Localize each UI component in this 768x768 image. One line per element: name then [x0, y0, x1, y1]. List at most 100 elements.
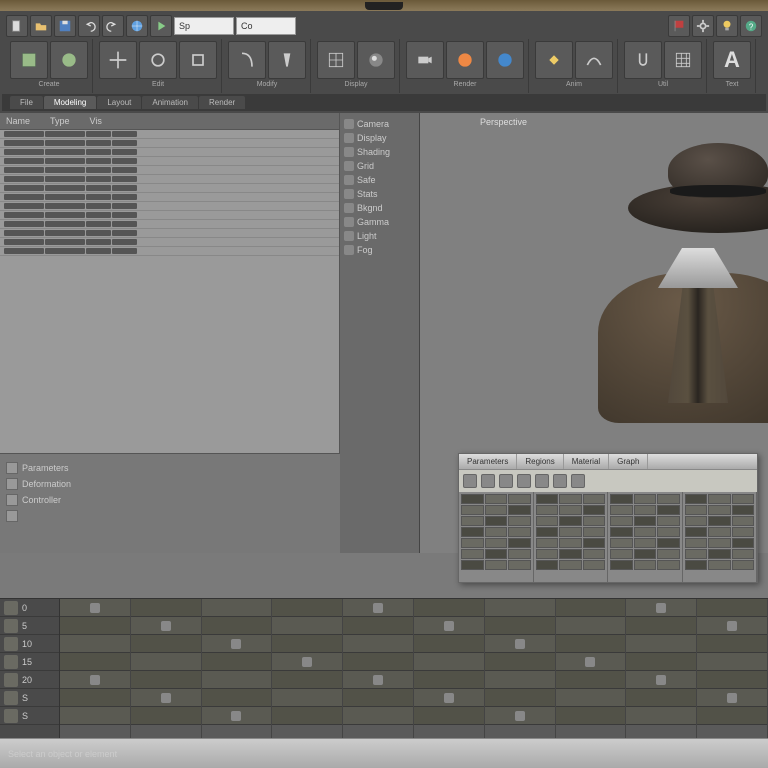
- timeline-cell[interactable]: [697, 617, 767, 635]
- float-tab-graph[interactable]: Graph: [609, 454, 648, 469]
- timeline-cell[interactable]: [202, 689, 272, 707]
- timeline-cell[interactable]: [485, 689, 555, 707]
- viewport[interactable]: Perspective Parameters Regions Material …: [420, 113, 768, 553]
- timeline-cell[interactable]: [343, 617, 413, 635]
- timeline-cell[interactable]: [343, 653, 413, 671]
- grid-cell[interactable]: [559, 527, 582, 537]
- grid-cell[interactable]: [536, 538, 559, 548]
- keyframe-icon[interactable]: [656, 675, 666, 685]
- prop-row[interactable]: Fog: [344, 243, 415, 257]
- grid-cell[interactable]: [583, 494, 606, 504]
- timeline-cell[interactable]: [202, 653, 272, 671]
- flag-icon[interactable]: [668, 15, 690, 37]
- grid-cell[interactable]: [732, 505, 755, 515]
- grid-cell[interactable]: [708, 560, 731, 570]
- timeline-cell[interactable]: [485, 599, 555, 617]
- timeline-cell[interactable]: [131, 617, 201, 635]
- grid-cell[interactable]: [685, 549, 708, 559]
- snap-tool[interactable]: [624, 41, 662, 79]
- keyframe-icon[interactable]: [373, 675, 383, 685]
- prop-row[interactable]: Bkgnd: [344, 201, 415, 215]
- timeline-cell[interactable]: [556, 653, 626, 671]
- float-add-button[interactable]: [463, 474, 477, 488]
- float-lock-button[interactable]: [553, 474, 567, 488]
- new-button[interactable]: [6, 15, 28, 37]
- timeline-cell[interactable]: [131, 671, 201, 689]
- timeline-cell[interactable]: [60, 671, 130, 689]
- timeline-cell[interactable]: [414, 617, 484, 635]
- timeline-cell[interactable]: [626, 653, 696, 671]
- grid-cell[interactable]: [583, 549, 606, 559]
- timeline-cell[interactable]: [272, 599, 342, 617]
- keyframe-icon[interactable]: [444, 693, 454, 703]
- timeline-cell[interactable]: [485, 653, 555, 671]
- track-label[interactable]: S: [0, 707, 59, 725]
- tab-animation[interactable]: Animation: [142, 96, 198, 109]
- grid-cell[interactable]: [657, 516, 680, 526]
- timeline-cell[interactable]: [626, 617, 696, 635]
- timeline-cell[interactable]: [60, 635, 130, 653]
- globe-icon[interactable]: [126, 15, 148, 37]
- grid-cell[interactable]: [485, 494, 508, 504]
- grid-cell[interactable]: [657, 505, 680, 515]
- timeline-cell[interactable]: [626, 599, 696, 617]
- keyframe-icon[interactable]: [515, 639, 525, 649]
- timeline-cell[interactable]: [202, 599, 272, 617]
- list-item[interactable]: [0, 184, 339, 193]
- grid-cell[interactable]: [685, 560, 708, 570]
- grid-tool[interactable]: [664, 41, 702, 79]
- float-tab-regions[interactable]: Regions: [517, 454, 563, 469]
- keyframe-icon[interactable]: [727, 621, 737, 631]
- grid-cell[interactable]: [610, 516, 633, 526]
- grid-cell[interactable]: [559, 505, 582, 515]
- grid-cell[interactable]: [536, 527, 559, 537]
- undo-button[interactable]: [78, 15, 100, 37]
- grid-cell[interactable]: [508, 494, 531, 504]
- grid-cell[interactable]: [559, 516, 582, 526]
- text-tool[interactable]: A: [713, 41, 751, 79]
- redo-button[interactable]: [102, 15, 124, 37]
- grid-cell[interactable]: [634, 516, 657, 526]
- prop-row[interactable]: Shading: [344, 145, 415, 159]
- grid-cell[interactable]: [610, 527, 633, 537]
- list-item[interactable]: [0, 193, 339, 202]
- grid-cell[interactable]: [485, 538, 508, 548]
- timeline-cell[interactable]: [131, 599, 201, 617]
- param-row[interactable]: Deformation: [6, 476, 334, 492]
- grid-cell[interactable]: [708, 516, 731, 526]
- timeline-cell[interactable]: [414, 707, 484, 725]
- timeline-cell[interactable]: [556, 707, 626, 725]
- grid-cell[interactable]: [657, 527, 680, 537]
- move-tool[interactable]: [99, 41, 137, 79]
- keyframe-icon[interactable]: [444, 621, 454, 631]
- timeline-cell[interactable]: [556, 617, 626, 635]
- float-dn-button[interactable]: [517, 474, 531, 488]
- grid-cell[interactable]: [536, 549, 559, 559]
- scale-tool[interactable]: [179, 41, 217, 79]
- timeline-cell[interactable]: [697, 707, 767, 725]
- timeline-grid[interactable]: [60, 599, 768, 738]
- timeline-cell[interactable]: [697, 599, 767, 617]
- prop-row[interactable]: Safe: [344, 173, 415, 187]
- grid-cell[interactable]: [685, 516, 708, 526]
- timeline-cell[interactable]: [626, 689, 696, 707]
- grid-cell[interactable]: [610, 549, 633, 559]
- grid-cell[interactable]: [508, 549, 531, 559]
- grid-cell[interactable]: [634, 527, 657, 537]
- list-item[interactable]: [0, 211, 339, 220]
- grid-cell[interactable]: [536, 505, 559, 515]
- taper-tool[interactable]: [268, 41, 306, 79]
- list-item[interactable]: [0, 229, 339, 238]
- float-del-button[interactable]: [481, 474, 495, 488]
- keyframe-icon[interactable]: [302, 657, 312, 667]
- grid-cell[interactable]: [610, 494, 633, 504]
- grid-cell[interactable]: [732, 494, 755, 504]
- list-item[interactable]: [0, 238, 339, 247]
- keyframe-icon[interactable]: [231, 711, 241, 721]
- list-item[interactable]: [0, 220, 339, 229]
- timeline-cell[interactable]: [697, 635, 767, 653]
- grid-cell[interactable]: [508, 538, 531, 548]
- timeline-cell[interactable]: [697, 689, 767, 707]
- timeline-cell[interactable]: [343, 689, 413, 707]
- param-row[interactable]: [6, 508, 334, 524]
